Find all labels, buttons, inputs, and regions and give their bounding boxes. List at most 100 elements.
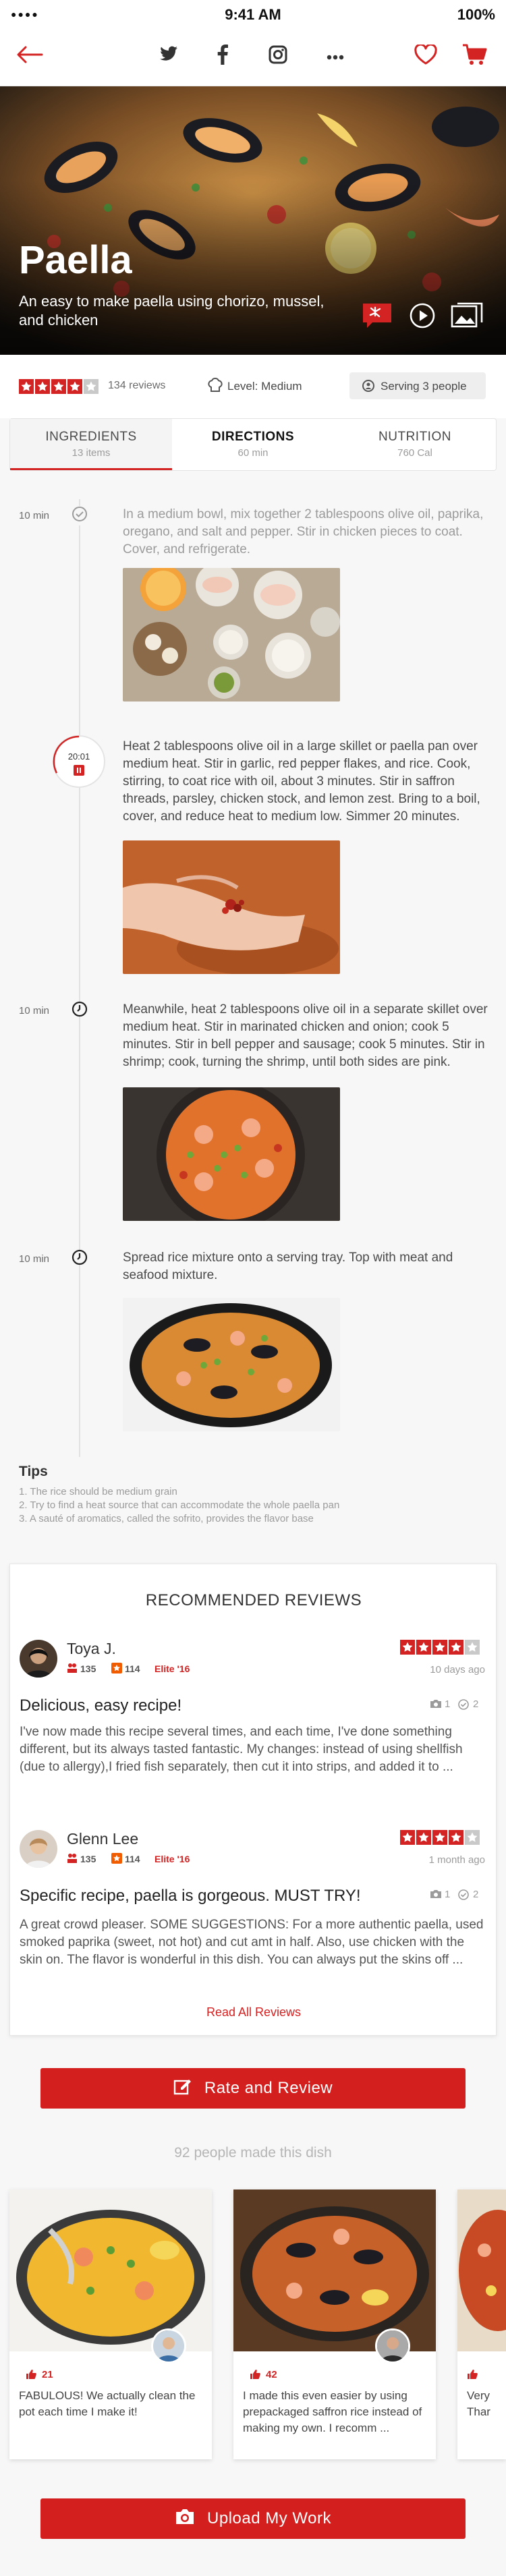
yelp-badge-icon[interactable] xyxy=(362,302,393,333)
camera-icon xyxy=(175,2508,195,2530)
step-text: Meanwhile, heat 2 tablespoons olive oil … xyxy=(123,1002,488,1069)
star-icon xyxy=(449,1830,463,1845)
star-icon xyxy=(416,1640,431,1655)
avatar[interactable] xyxy=(20,1640,57,1678)
hero-banner: Paella An easy to make paella using chor… xyxy=(0,86,506,355)
checkin-icon xyxy=(458,1699,469,1713)
tab-sub: 13 items xyxy=(72,447,111,459)
reviews-card: RECOMMENDED REVIEWS Toya J. 135 114 Elit… xyxy=(9,1564,497,2036)
read-all-reviews-link[interactable]: Read All Reviews xyxy=(10,2005,497,2020)
timer-progress-ring xyxy=(53,735,80,774)
review-count-icon xyxy=(111,1853,122,1867)
rate-and-review-button[interactable]: Rate and Review xyxy=(40,2068,466,2109)
tab-directions[interactable]: DIRECTIONS 60 min xyxy=(172,419,334,470)
status-bar: ●●●● 9:41 AM 100% xyxy=(0,0,506,27)
tab-label: NUTRITION xyxy=(378,430,451,444)
reviewer-name[interactable]: Glenn Lee xyxy=(67,1830,138,1848)
step-duration: 10 min xyxy=(19,510,50,521)
instagram-icon[interactable] xyxy=(269,45,287,67)
star-icon xyxy=(400,1640,415,1655)
edit-icon xyxy=(173,2078,192,2100)
thumbs-up-icon[interactable] xyxy=(26,2369,36,2383)
heart-icon[interactable] xyxy=(414,43,437,68)
made-comment: Very Thar xyxy=(467,2389,490,2418)
tab-label: DIRECTIONS xyxy=(211,430,295,444)
star-icon xyxy=(35,379,50,394)
serving-pill[interactable]: Serving 3 people xyxy=(349,372,486,399)
avatar[interactable] xyxy=(375,2328,410,2364)
chef-hat-icon xyxy=(208,378,223,397)
star-icon xyxy=(432,1640,447,1655)
ingredients-photo xyxy=(123,568,340,702)
step-duration: 10 min xyxy=(19,1253,50,1265)
timer-readout: 20:01 xyxy=(67,751,90,762)
made-photo xyxy=(9,2189,212,2351)
top-nav xyxy=(0,27,506,86)
made-card[interactable]: 21 FABULOUS! We actually clean the pot e… xyxy=(9,2189,212,2459)
recipe-subtitle: An easy to make paella using chorizo, mu… xyxy=(19,293,325,328)
review-title[interactable]: Delicious, easy recipe! xyxy=(20,1696,181,1715)
saffron-hand-photo xyxy=(123,840,340,974)
recipe-stars xyxy=(19,379,99,394)
friend-count: 135 xyxy=(80,1854,96,1864)
star-icon xyxy=(465,1830,480,1845)
checkin-icon xyxy=(458,1889,469,1904)
reviews-heading: RECOMMENDED REVIEWS xyxy=(145,1591,362,1609)
tab-nutrition[interactable]: NUTRITION 760 Cal xyxy=(334,419,496,470)
reviewer-review-count: 114 xyxy=(125,1854,140,1864)
recipe-tabs: INGREDIENTS 13 items DIRECTIONS 60 min N… xyxy=(9,418,497,471)
pause-icon[interactable] xyxy=(74,765,84,779)
made-count: 92 people made this dish xyxy=(174,2145,332,2160)
made-card[interactable]: 42 I made this even easier by using prep… xyxy=(233,2189,436,2459)
tab-ingredients[interactable]: INGREDIENTS 13 items xyxy=(10,419,172,470)
avatar[interactable] xyxy=(20,1830,57,1868)
recipe-summary: 134 reviews Level: Medium Serving 3 peop… xyxy=(0,355,506,418)
friend-count: 135 xyxy=(80,1663,96,1674)
review-count[interactable]: 134 reviews xyxy=(108,380,165,392)
star-icon xyxy=(84,379,99,394)
cart-icon[interactable] xyxy=(461,43,488,69)
avatar[interactable] xyxy=(151,2328,186,2364)
thumbs-up-icon[interactable] xyxy=(250,2369,260,2383)
made-photo xyxy=(457,2189,506,2351)
step-timer[interactable]: 20:01 xyxy=(53,735,105,788)
serving-icon xyxy=(362,379,375,396)
back-arrow-icon[interactable] xyxy=(16,46,43,67)
tips-title: Tips xyxy=(19,1464,48,1479)
check-icon[interactable] xyxy=(72,506,88,525)
gallery-icon[interactable] xyxy=(451,302,483,333)
review-stars xyxy=(400,1830,480,1845)
clock-icon[interactable] xyxy=(72,1001,88,1021)
step-photo xyxy=(123,840,340,974)
twitter-icon[interactable] xyxy=(159,46,178,65)
more-icon[interactable] xyxy=(327,51,344,63)
thumbs-up-icon[interactable] xyxy=(467,2369,478,2383)
reviewer-review-count: 114 xyxy=(125,1663,140,1674)
tip-item: 3. A sauté of aromatics, called the sofr… xyxy=(19,1513,314,1524)
step-photo xyxy=(123,568,340,702)
friends-icon xyxy=(67,1853,78,1867)
review-date: 1 month ago xyxy=(428,1854,485,1866)
camera-icon xyxy=(430,1699,442,1712)
checkin-count: 2 xyxy=(473,1889,479,1900)
step-text: Spread rice mixture onto a serving tray.… xyxy=(123,1251,453,1282)
review-body: I've now made this recipe several times,… xyxy=(20,1725,463,1774)
rate-button-label: Rate and Review xyxy=(204,2079,333,2097)
made-comment: I made this even easier by using prepack… xyxy=(243,2389,422,2434)
tab-label: INGREDIENTS xyxy=(45,430,137,444)
upload-my-work-button[interactable]: Upload My Work xyxy=(40,2498,466,2539)
photo-count: 1 xyxy=(445,1889,451,1900)
steps-timeline xyxy=(79,499,80,1457)
tab-sub: 760 Cal xyxy=(397,447,432,459)
photo-count: 1 xyxy=(445,1698,451,1710)
reviewer-name[interactable]: Toya J. xyxy=(67,1640,116,1658)
clock-icon[interactable] xyxy=(72,1249,88,1269)
camera-icon xyxy=(430,1889,442,1902)
made-photo xyxy=(233,2189,436,2351)
facebook-icon[interactable] xyxy=(217,45,228,68)
review-title[interactable]: Specific recipe, paella is gorgeous. MUS… xyxy=(20,1887,361,1906)
made-card[interactable]: Very Thar xyxy=(457,2189,506,2459)
play-video-icon[interactable] xyxy=(409,302,436,333)
serving-photo xyxy=(123,1298,340,1431)
upload-button-label: Upload My Work xyxy=(207,2509,331,2527)
